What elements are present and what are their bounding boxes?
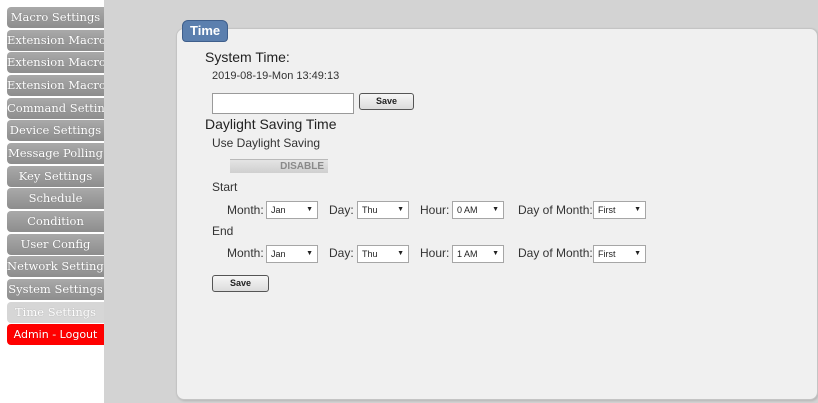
dst-toggle[interactable]: DISABLE — [230, 159, 328, 173]
sidebar-item-command-settings[interactable]: Command Settings — [7, 98, 104, 119]
end-dom-label: Day of Month: — [518, 246, 593, 260]
logout-button[interactable]: Admin - Logout — [7, 324, 104, 345]
end-month-select[interactable]: Jan ▼ — [266, 245, 318, 263]
save-time-button[interactable]: Save — [359, 93, 414, 110]
end-dom-select[interactable]: First ▼ — [593, 245, 646, 263]
system-time-heading: System Time: — [205, 49, 290, 65]
chevron-down-icon: ▼ — [634, 206, 641, 213]
start-dom-value: First — [598, 205, 616, 215]
chevron-down-icon: ▼ — [397, 250, 404, 257]
start-month-select[interactable]: Jan ▼ — [266, 201, 318, 219]
sidebar-item-key-settings[interactable]: Key Settings — [7, 166, 104, 187]
start-day-value: Thu — [362, 205, 378, 215]
end-label: End — [212, 224, 234, 238]
sidebar-item-schedule[interactable]: Schedule — [7, 188, 104, 209]
sidebar-item-system-settings[interactable]: System Settings — [7, 279, 104, 300]
sidebar-item-user-config[interactable]: User Config — [7, 234, 104, 255]
chevron-down-icon: ▼ — [306, 250, 313, 257]
sidebar-item-macro-settings[interactable]: Macro Settings — [7, 7, 104, 28]
sidebar-item-device-settings[interactable]: Device Settings — [7, 120, 104, 141]
end-month-value: Jan — [271, 249, 286, 259]
end-day-label: Day: — [329, 246, 354, 260]
end-day-value: Thu — [362, 249, 378, 259]
use-dst-label: Use Daylight Saving — [212, 136, 321, 150]
sidebar-item-extension-macro-3[interactable]: Extension Macro 3 — [7, 75, 104, 96]
start-month-label: Month: — [227, 203, 264, 217]
start-hour-label: Hour: — [420, 203, 450, 217]
sidebar-item-message-polling[interactable]: Message Polling — [7, 143, 104, 164]
dst-heading: Daylight Saving Time — [205, 116, 337, 132]
end-hour-select[interactable]: 1 AM ▼ — [452, 245, 504, 263]
system-time-input[interactable] — [212, 93, 354, 114]
end-hour-value: 1 AM — [457, 249, 478, 259]
chevron-down-icon: ▼ — [492, 206, 499, 213]
chevron-down-icon: ▼ — [397, 206, 404, 213]
start-dom-label: Day of Month: — [518, 203, 593, 217]
sidebar-item-extension-macro-2[interactable]: Extension Macro 2 — [7, 52, 104, 73]
end-hour-label: Hour: — [420, 246, 450, 260]
start-hour-value: 0 AM — [457, 205, 478, 215]
end-day-select[interactable]: Thu ▼ — [357, 245, 409, 263]
chevron-down-icon: ▼ — [306, 206, 313, 213]
start-month-value: Jan — [271, 205, 286, 215]
system-time-value: 2019-08-19-Mon 13:49:13 — [212, 70, 340, 82]
sidebar-item-time-settings[interactable]: Time Settings — [7, 302, 104, 323]
sidebar-item-condition[interactable]: Condition — [7, 211, 104, 232]
start-hour-select[interactable]: 0 AM ▼ — [452, 201, 504, 219]
start-day-label: Day: — [329, 203, 354, 217]
start-day-select[interactable]: Thu ▼ — [357, 201, 409, 219]
end-dom-value: First — [598, 249, 616, 259]
panel-tab-time: Time — [182, 20, 228, 42]
end-month-label: Month: — [227, 246, 264, 260]
chevron-down-icon: ▼ — [492, 250, 499, 257]
sidebar: Macro Settings Extension Macro 1 Extensi… — [0, 0, 104, 403]
chevron-down-icon: ▼ — [634, 250, 641, 257]
save-dst-button[interactable]: Save — [212, 275, 269, 292]
start-dom-select[interactable]: First ▼ — [593, 201, 646, 219]
sidebar-item-network-settings[interactable]: Network Settings — [7, 256, 104, 277]
sidebar-item-extension-macro-1[interactable]: Extension Macro 1 — [7, 30, 104, 51]
start-label: Start — [212, 180, 238, 194]
main-area: Time System Time: 2019-08-19-Mon 13:49:1… — [104, 0, 818, 403]
